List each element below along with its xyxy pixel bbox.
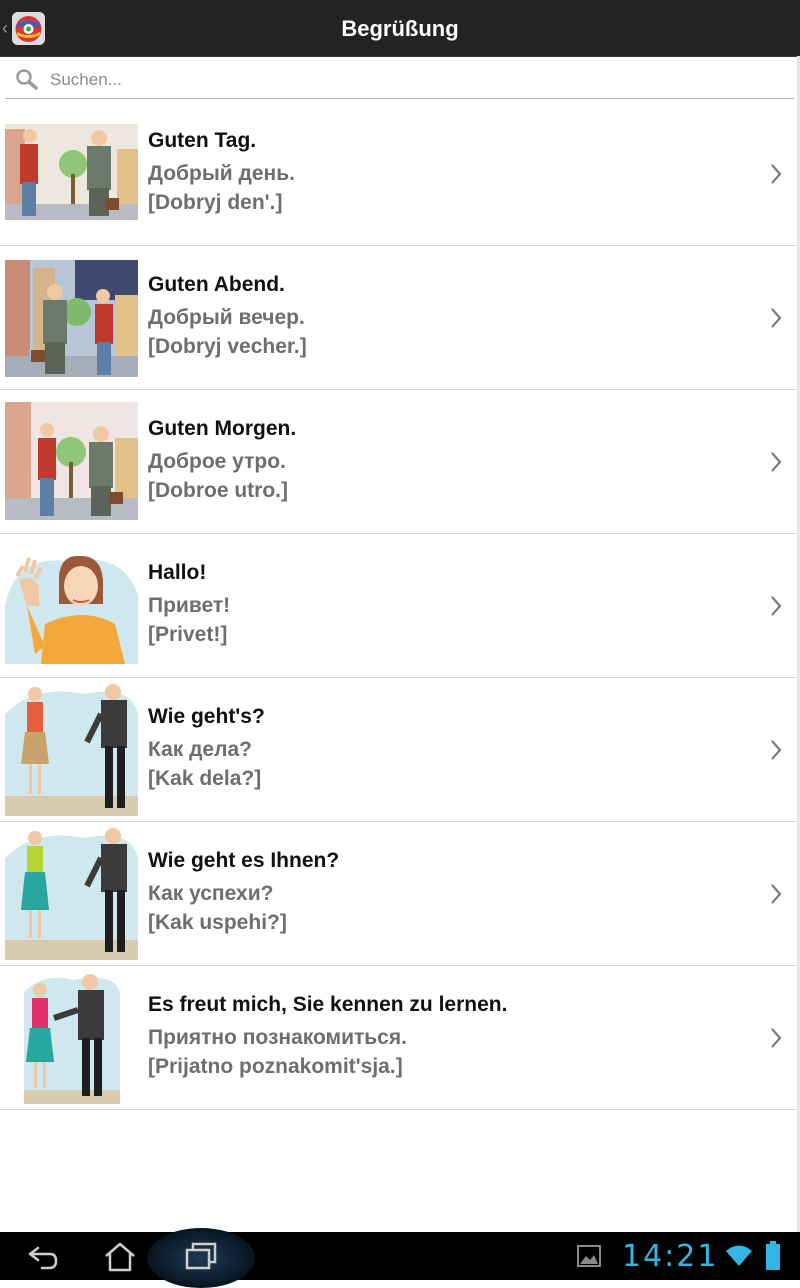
transliteration: [Kak dela?] bbox=[148, 767, 262, 790]
transliteration: [Privet!] bbox=[148, 623, 228, 646]
transliteration: [Dobroe utro.] bbox=[148, 479, 288, 502]
woman-man-greeting-illustration bbox=[5, 684, 138, 816]
list-item[interactable]: Wie geht's? Как дела? [Kak dela?] bbox=[0, 678, 798, 822]
list-item[interactable]: Guten Morgen. Доброе утро. [Dobroe utro.… bbox=[0, 390, 798, 534]
handshake-day-illustration bbox=[5, 124, 138, 220]
russian-phrase: Как успехи? bbox=[148, 882, 274, 905]
russian-phrase: Привет! bbox=[148, 594, 231, 617]
german-phrase: Hallo! bbox=[148, 561, 207, 584]
search-input[interactable] bbox=[48, 64, 772, 96]
wifi-icon bbox=[726, 1245, 752, 1266]
woman-man-handshake-illustration bbox=[24, 972, 120, 1104]
german-phrase: Guten Morgen. bbox=[148, 417, 297, 440]
chevron-right-icon bbox=[771, 308, 782, 328]
list-item[interactable]: Guten Abend. Добрый вечер. [Dobryj veche… bbox=[0, 246, 798, 390]
german-phrase: Guten Tag. bbox=[148, 129, 257, 152]
phrase-text: Hallo! Привет! [Privet!] bbox=[148, 558, 748, 649]
chevron-right-icon bbox=[771, 164, 782, 184]
phrase-text: Guten Abend. Добрый вечер. [Dobryj veche… bbox=[148, 270, 748, 361]
action-bar: ‹ Begrüßung bbox=[0, 0, 800, 57]
list-item[interactable]: Wie geht es Ihnen? Как успехи? [Kak uspe… bbox=[0, 822, 798, 966]
german-phrase: Wie geht es Ihnen? bbox=[148, 849, 340, 872]
back-icon[interactable] bbox=[22, 1240, 62, 1272]
handshake-morning-illustration bbox=[5, 402, 138, 520]
phrase-text: Wie geht's? Как дела? [Kak dela?] bbox=[148, 702, 748, 793]
chevron-right-icon bbox=[771, 452, 782, 472]
german-phrase: Guten Abend. bbox=[148, 273, 285, 296]
russian-phrase: Доброе утро. bbox=[148, 450, 286, 473]
russian-phrase: Добрый день. bbox=[148, 162, 295, 185]
german-phrase: Wie geht's? bbox=[148, 705, 265, 728]
gallery-icon bbox=[577, 1245, 601, 1267]
battery-icon bbox=[766, 1241, 780, 1270]
transliteration: [Prijatno poznakomit'sja.] bbox=[148, 1055, 403, 1078]
phrase-text: Guten Tag. Добрый день. [Dobryj den'.] bbox=[148, 126, 748, 217]
phrase-text: Es freut mich, Sie kennen zu lernen. При… bbox=[148, 990, 748, 1081]
chevron-right-icon bbox=[771, 740, 782, 760]
recent-apps-icon[interactable] bbox=[181, 1240, 221, 1272]
search-bar bbox=[5, 58, 794, 99]
chevron-right-icon bbox=[771, 884, 782, 904]
phrase-text: Guten Morgen. Доброе утро. [Dobroe utro.… bbox=[148, 414, 748, 505]
home-icon[interactable] bbox=[100, 1240, 140, 1272]
chevron-right-icon bbox=[771, 1028, 782, 1048]
search-icon bbox=[16, 69, 38, 90]
chevron-right-icon bbox=[771, 596, 782, 616]
list-item[interactable]: Guten Tag. Добрый день. [Dobryj den'.] bbox=[0, 102, 798, 246]
handshake-evening-illustration bbox=[5, 260, 138, 377]
transliteration: [Dobryj den'.] bbox=[148, 191, 283, 214]
russian-phrase: Как дела? bbox=[148, 738, 252, 761]
russian-phrase: Добрый вечер. bbox=[148, 306, 305, 329]
woman-waving-illustration bbox=[5, 546, 138, 664]
transliteration: [Dobryj vecher.] bbox=[148, 335, 307, 358]
transliteration: [Kak uspehi?] bbox=[148, 911, 287, 934]
status-clock: 14:21 bbox=[622, 1239, 719, 1274]
german-phrase: Es freut mich, Sie kennen zu lernen. bbox=[148, 993, 508, 1016]
russian-phrase: Приятно познакомиться. bbox=[148, 1026, 407, 1049]
phrase-list: Guten Tag. Добрый день. [Dobryj den'.] G… bbox=[0, 102, 798, 1110]
list-item[interactable]: Hallo! Привет! [Privet!] bbox=[0, 534, 798, 678]
list-item[interactable]: Es freut mich, Sie kennen zu lernen. При… bbox=[0, 966, 798, 1110]
screen-title: Begrüßung bbox=[341, 16, 459, 41]
system-nav-bar: 14:21 bbox=[0, 1228, 800, 1288]
woman-man-greeting-2-illustration bbox=[5, 828, 138, 960]
phrase-text: Wie geht es Ihnen? Как успехи? [Kak uspe… bbox=[148, 846, 748, 937]
